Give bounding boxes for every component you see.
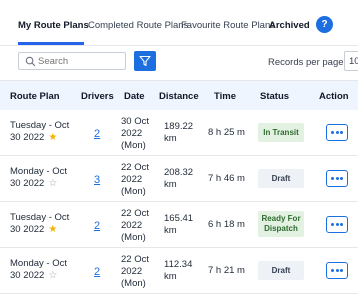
date-cell: 22 Oct 2022 (Mon) [121, 162, 157, 198]
route-plan-tabs: My Route Plans Completed Route Plans Fav… [0, 0, 358, 46]
distance-unit: km [164, 179, 177, 190]
status-label-line2: Dispatch [264, 224, 298, 233]
more-horizontal-icon[interactable] [326, 170, 348, 187]
column-header-time[interactable]: Time [214, 91, 236, 102]
distance-cell: 189.22 km [164, 121, 204, 145]
tab-completed-route-plans[interactable]: Completed Route Plans [88, 20, 188, 31]
status-badge: In Transit [258, 123, 304, 142]
records-per-page-label: Records per page [268, 57, 344, 68]
date-year: 2022 [121, 128, 143, 139]
distance-unit: km [164, 225, 177, 236]
drivers-link[interactable]: 2 [94, 128, 100, 140]
route-plan-name: Tuesday - Oct [10, 212, 70, 223]
route-plan-cell: Tuesday - Oct 30 2022 ★ [10, 120, 74, 144]
status-badge: Draft [258, 169, 304, 188]
column-header-distance[interactable]: Distance [159, 91, 199, 102]
tab-archived[interactable]: Archived [269, 20, 310, 31]
status-label: Ready For [261, 214, 301, 223]
search-input[interactable] [38, 54, 122, 68]
time-cell: 7 h 46 m [208, 173, 245, 184]
status-label: Draft [271, 174, 291, 183]
distance-unit: km [164, 133, 177, 144]
route-plan-cell: Monday - Oct 30 2022 ☆ [10, 166, 74, 190]
route-plan-year: 30 2022 [10, 270, 45, 281]
route-plan-name: Monday - Oct [10, 166, 68, 177]
drivers-link[interactable]: 3 [94, 174, 100, 186]
drivers-link[interactable]: 2 [94, 266, 100, 278]
column-header-status[interactable]: Status [260, 91, 289, 102]
route-plan-name: Tuesday - Oct [10, 120, 70, 131]
date-weekday: (Mon) [121, 140, 146, 151]
distance-cell: 208.32 km [164, 167, 204, 191]
active-tab-indicator [18, 42, 84, 45]
date-day: 30 Oct [121, 116, 149, 127]
distance-cell: 165.41 km [164, 213, 204, 237]
column-header-date[interactable]: Date [124, 91, 145, 102]
distance-value: 189.22 [164, 121, 194, 132]
date-cell: 22 Oct 2022 (Mon) [121, 254, 157, 290]
date-cell: 30 Oct 2022 (Mon) [121, 116, 157, 152]
column-header-drivers[interactable]: Drivers [81, 91, 114, 102]
route-plan-cell: Tuesday - Oct 30 2022 ★ [10, 212, 74, 236]
date-cell: 22 Oct 2022 (Mon) [121, 208, 157, 244]
filter-icon [139, 55, 151, 67]
star-icon[interactable]: ☆ [48, 179, 57, 189]
date-year: 2022 [121, 220, 143, 231]
star-icon[interactable]: ★ [48, 133, 57, 143]
distance-value: 112.34 [164, 259, 193, 270]
column-header-action[interactable]: Action [319, 91, 349, 102]
distance-unit: km [164, 271, 177, 282]
tab-favourite-route-plans[interactable]: Favourite Route Plans [181, 20, 275, 31]
time-cell: 6 h 18 m [208, 219, 245, 230]
status-label: Draft [271, 266, 291, 275]
drivers-link[interactable]: 2 [94, 220, 100, 232]
records-per-page-select[interactable]: 10 [344, 51, 358, 71]
more-horizontal-icon[interactable] [326, 124, 348, 141]
route-plan-name: Monday - Oct [10, 258, 68, 269]
help-icon[interactable]: ? [316, 16, 333, 33]
table-header: Route Plan Drivers Date Distance Time St… [0, 80, 358, 110]
time-cell: 8 h 25 m [208, 127, 245, 138]
star-icon[interactable]: ★ [48, 225, 57, 235]
route-plan-year: 30 2022 [10, 178, 45, 189]
date-day: 22 Oct [121, 208, 149, 219]
date-day: 22 Oct [121, 254, 149, 265]
more-horizontal-icon[interactable] [326, 262, 348, 279]
search-icon [25, 56, 36, 67]
date-year: 2022 [121, 174, 143, 185]
route-plan-year: 30 2022 [10, 224, 45, 235]
status-badge: Draft [258, 261, 304, 280]
star-icon[interactable]: ☆ [48, 271, 57, 281]
status-badge: Ready For Dispatch [258, 211, 304, 237]
table-row[interactable]: Tuesday - Oct 30 2022 ★ 2 22 Oct 2022 (Mo… [0, 202, 358, 248]
table-row[interactable]: Monday - Oct 30 2022 ☆ 3 22 Oct 2022 (Mon… [0, 156, 358, 202]
filter-button[interactable] [134, 51, 156, 71]
column-header-route-plan[interactable]: Route Plan [10, 91, 60, 102]
route-plan-year: 30 2022 [10, 132, 45, 143]
distance-value: 208.32 [164, 167, 194, 178]
date-year: 2022 [121, 266, 143, 277]
table-row[interactable]: Tuesday - Oct 30 2022 ★ 2 30 Oct 2022 (Mo… [0, 110, 358, 156]
date-weekday: (Mon) [121, 186, 146, 197]
date-day: 22 Oct [121, 162, 149, 173]
route-plan-cell: Monday - Oct 30 2022 ☆ [10, 258, 74, 282]
distance-cell: 112.34 km [164, 259, 204, 283]
date-weekday: (Mon) [121, 278, 146, 289]
date-weekday: (Mon) [121, 232, 146, 243]
distance-value: 165.41 [164, 213, 194, 224]
more-horizontal-icon[interactable] [326, 216, 348, 233]
search-box[interactable] [18, 52, 126, 70]
status-label: In Transit [263, 128, 299, 137]
time-cell: 7 h 21 m [208, 265, 245, 276]
table-row[interactable]: Monday - Oct 30 2022 ☆ 2 22 Oct 2022 (Mon… [0, 248, 358, 294]
tab-my-route-plans[interactable]: My Route Plans [18, 20, 89, 31]
